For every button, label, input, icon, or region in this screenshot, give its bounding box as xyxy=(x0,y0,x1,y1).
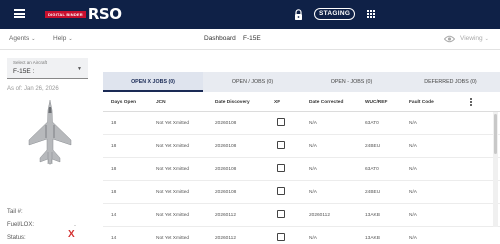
tab-open-dash-jobs[interactable]: OPEN - JOBS (0) xyxy=(302,72,401,92)
cell-date-discovery: 20260108 xyxy=(215,167,237,172)
cell-wuc-ref: 24BEU xyxy=(365,144,381,149)
table-scrollbar[interactable] xyxy=(493,112,498,227)
chevron-down-icon: ⌄ xyxy=(68,36,73,42)
aircraft-image xyxy=(28,99,72,165)
table-row[interactable]: 18 Not Yet Xmitted 20260108 N/A 63AT0 N/A xyxy=(103,158,500,181)
chevron-down-icon: ⌄ xyxy=(31,36,36,42)
dropdown-arrow-icon: ▼ xyxy=(77,66,82,72)
xf-checkbox[interactable] xyxy=(277,164,285,172)
cell-jcn: Not Yet Xmitted xyxy=(156,121,190,126)
column-header-fault-code[interactable]: Fault Code xyxy=(409,100,434,105)
table-row[interactable]: 18 Not Yet Xmitted 20260108 N/A 24BEU N/A xyxy=(103,135,500,158)
viewing-label: Viewing xyxy=(460,35,483,42)
cell-wuc-ref: 63AT0 xyxy=(365,121,379,126)
cell-fault-code: N/A xyxy=(409,190,417,195)
cell-days-open: 18 xyxy=(111,144,117,149)
xf-checkbox[interactable] xyxy=(277,187,285,195)
cell-jcn: Not Yet Xmitted xyxy=(156,190,190,195)
tab-open-x-jobs[interactable]: OPEN X JOBS (0) xyxy=(103,72,203,92)
breadcrumb-current: F-15E xyxy=(243,35,261,42)
xf-checkbox[interactable] xyxy=(277,210,285,218)
aircraft-select-value: F-15E : xyxy=(13,68,35,75)
cell-wuc-ref: 13AKB xyxy=(365,213,380,218)
fuel-lox-label: Fuel/LOX: xyxy=(7,222,35,228)
xf-checkbox[interactable] xyxy=(277,141,285,149)
column-header-xf[interactable]: XF xyxy=(274,100,280,105)
cell-jcn: Not Yet Xmitted xyxy=(156,144,190,149)
scrollbar-thumb[interactable] xyxy=(494,114,497,154)
logo-text: RSO xyxy=(87,5,122,23)
viewing-menu[interactable]: Viewing ⌄ xyxy=(460,35,489,42)
cell-date-corrected: 20260112 xyxy=(309,213,330,218)
cell-date-corrected: N/A xyxy=(309,121,317,126)
cell-jcn: Not Yet Xmitted xyxy=(156,213,190,218)
cell-date-discovery: 20260108 xyxy=(215,121,237,126)
cell-date-corrected: N/A xyxy=(309,144,317,149)
cell-days-open: 14 xyxy=(111,213,117,218)
cell-days-open: 18 xyxy=(111,167,117,172)
tail-number-label: Tail #: xyxy=(7,209,23,215)
column-header-jcn[interactable]: JCN xyxy=(156,100,166,105)
eye-icon xyxy=(444,35,455,43)
chevron-down-icon: ⌄ xyxy=(484,36,489,42)
cell-date-corrected: N/A xyxy=(309,236,317,241)
table-row[interactable]: 14 Not Yet Xmitted 20260112 20260112 13AKB N/… xyxy=(103,204,500,227)
cell-fault-code: N/A xyxy=(409,213,417,218)
cell-date-discovery: 20260112 xyxy=(215,236,236,241)
app-header: DIGITAL BINDER RSO STAGING xyxy=(0,0,500,29)
aircraft-select[interactable]: Select an Aircraft F-15E : ▼ xyxy=(7,58,88,79)
cell-date-corrected: N/A xyxy=(309,167,317,172)
status-value: X xyxy=(68,229,75,240)
app-logo[interactable]: DIGITAL BINDER RSO xyxy=(45,5,122,23)
cell-date-discovery: 20260108 xyxy=(215,190,237,195)
sub-navigation: Agents ⌄ Help ⌄ Dashboard F-15E Viewing ⌄ xyxy=(0,29,500,50)
tab-deferred-jobs[interactable]: DEFERRED JOBS (0) xyxy=(401,72,500,92)
agents-menu[interactable]: Agents ⌄ xyxy=(9,35,35,42)
cell-days-open: 18 xyxy=(111,121,117,126)
help-menu[interactable]: Help ⌄ xyxy=(53,35,73,42)
cell-days-open: 18 xyxy=(111,190,117,195)
cell-fault-code: N/A xyxy=(409,144,417,149)
table-row[interactable]: 18 Not Yet Xmitted 20260108 N/A 63AT0 N/A xyxy=(103,112,500,135)
lock-icon[interactable] xyxy=(294,9,303,20)
cell-wuc-ref: 24BEU xyxy=(365,190,381,195)
cell-fault-code: N/A xyxy=(409,121,417,126)
cell-jcn: Not Yet Xmitted xyxy=(156,167,190,172)
help-menu-label: Help xyxy=(53,35,67,42)
column-header-wuc-ref[interactable]: WUC/REF xyxy=(365,100,387,105)
table-header: Days Open JCN Date Discovery XF Date Cor… xyxy=(103,92,500,112)
column-header-date-corrected[interactable]: Date Corrected xyxy=(309,100,343,105)
cell-jcn: Not Yet Xmitted xyxy=(156,236,190,241)
cell-date-corrected: N/A xyxy=(309,190,317,195)
xf-checkbox[interactable] xyxy=(277,233,285,241)
xf-checkbox[interactable] xyxy=(277,118,285,126)
table-row[interactable]: 18 Not Yet Xmitted 20260108 N/A 24BEU N/A xyxy=(103,181,500,204)
more-options-icon[interactable] xyxy=(470,98,473,107)
environment-badge[interactable]: STAGING xyxy=(314,8,356,20)
cell-fault-code: N/A xyxy=(409,167,417,172)
tab-open-slash-jobs[interactable]: OPEN / JOBS (0) xyxy=(203,72,302,92)
breadcrumb-dashboard[interactable]: Dashboard xyxy=(204,35,236,42)
logo-badge: DIGITAL BINDER xyxy=(45,10,86,18)
aircraft-select-label: Select an Aircraft xyxy=(13,60,48,65)
cell-days-open: 14 xyxy=(111,236,117,241)
cell-date-discovery: 20260112 xyxy=(215,213,236,218)
as-of-date: As of: Jan 26, 2026 xyxy=(7,86,59,92)
job-tabs: OPEN X JOBS (0) OPEN / JOBS (0) OPEN - J… xyxy=(103,72,500,92)
cell-wuc-ref: 13AKB xyxy=(365,236,380,241)
apps-grid-icon[interactable] xyxy=(367,10,375,18)
menu-icon[interactable] xyxy=(14,9,25,18)
column-header-date-discovery[interactable]: Date Discovery xyxy=(215,100,250,105)
column-header-days-open[interactable]: Days Open xyxy=(111,100,136,105)
status-label: Status: xyxy=(7,235,26,241)
agents-menu-label: Agents xyxy=(9,35,30,42)
cell-date-discovery: 20260108 xyxy=(215,144,237,149)
cell-wuc-ref: 63AT0 xyxy=(365,167,379,172)
table-row[interactable]: 14 Not Yet Xmitted 20260112 N/A 13AKB N/A xyxy=(103,227,500,244)
cell-fault-code: N/A xyxy=(409,236,417,241)
